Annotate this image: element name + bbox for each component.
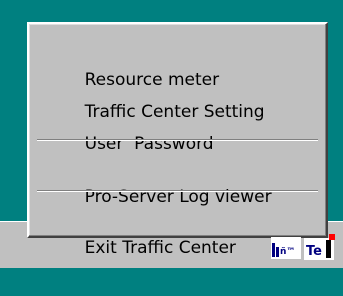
menu-item-user-password[interactable]: User Password: [29, 96, 326, 154]
tray-traffic-center-icon[interactable]: Te: [304, 234, 336, 260]
tray-app-icon[interactable]: ñ™: [271, 237, 301, 259]
tray-traffic-center-icon-graphic: Te: [304, 234, 335, 260]
tray-traffic-center-icon-text: Te: [306, 244, 322, 259]
system-tray: ñ™ Te: [262, 224, 343, 268]
tray-app-icon-graphic: ñ™: [271, 237, 301, 259]
menu-separator: [37, 190, 318, 192]
menu-separator: [37, 139, 318, 141]
menu-item-pro-server-log-viewer[interactable]: Pro-Server Log viewer: [29, 149, 326, 207]
tray-context-menu: Resource meter Traffic Center Setting Us…: [27, 22, 328, 258]
menu-item-label: Exit Traffic Center: [84, 238, 236, 258]
tray-app-icon-text: ñ™: [280, 247, 295, 257]
menu-item-traffic-center-setting[interactable]: Traffic Center Setting: [29, 64, 326, 122]
menu-item-resource-meter[interactable]: Resource meter: [29, 32, 326, 90]
